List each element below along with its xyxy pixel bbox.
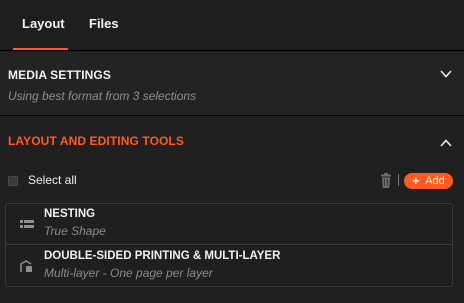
media-settings-title: MEDIA SETTINGS <box>8 68 111 82</box>
tab-bar: Layout Files <box>0 0 464 51</box>
list-item-double-sided-printing[interactable]: DOUBLE-SIDED PRINTING & MULTI-LAYER Mult… <box>6 246 452 287</box>
layout-tools-title[interactable]: LAYOUT AND EDITING TOOLS <box>8 134 184 148</box>
add-button-label: Add <box>425 175 445 187</box>
toolbar-divider <box>398 174 399 186</box>
add-button[interactable]: + Add <box>404 173 453 189</box>
tools-list: NESTING True Shape DOUBLE-SIDED PRINTING… <box>5 203 453 287</box>
media-settings-section[interactable]: MEDIA SETTINGS Using best format from 3 … <box>0 52 464 116</box>
layout-editing-tools-section: LAYOUT AND EDITING TOOLS Select all + Ad… <box>0 117 464 303</box>
item-title: NESTING <box>44 208 96 220</box>
plus-icon: + <box>412 174 420 188</box>
chevron-up-icon[interactable] <box>439 136 453 150</box>
multi-layer-icon <box>20 260 32 272</box>
active-tab-indicator <box>13 48 68 50</box>
select-all-checkbox[interactable] <box>8 176 18 186</box>
trash-icon[interactable] <box>379 173 393 188</box>
media-settings-subtitle: Using best format from 3 selections <box>8 89 197 103</box>
nesting-icon <box>20 220 34 228</box>
item-subtitle: Multi-layer - One page per layer <box>44 266 213 280</box>
select-all-label[interactable]: Select all <box>28 173 77 187</box>
list-item-nesting[interactable]: NESTING True Shape <box>6 204 452 245</box>
tab-layout[interactable]: Layout <box>22 16 65 31</box>
item-subtitle: True Shape <box>44 224 106 238</box>
tab-files[interactable]: Files <box>89 16 119 31</box>
select-all-row: Select all + Add <box>0 173 464 195</box>
item-title: DOUBLE-SIDED PRINTING & MULTI-LAYER <box>44 250 281 262</box>
chevron-down-icon[interactable] <box>439 67 453 81</box>
